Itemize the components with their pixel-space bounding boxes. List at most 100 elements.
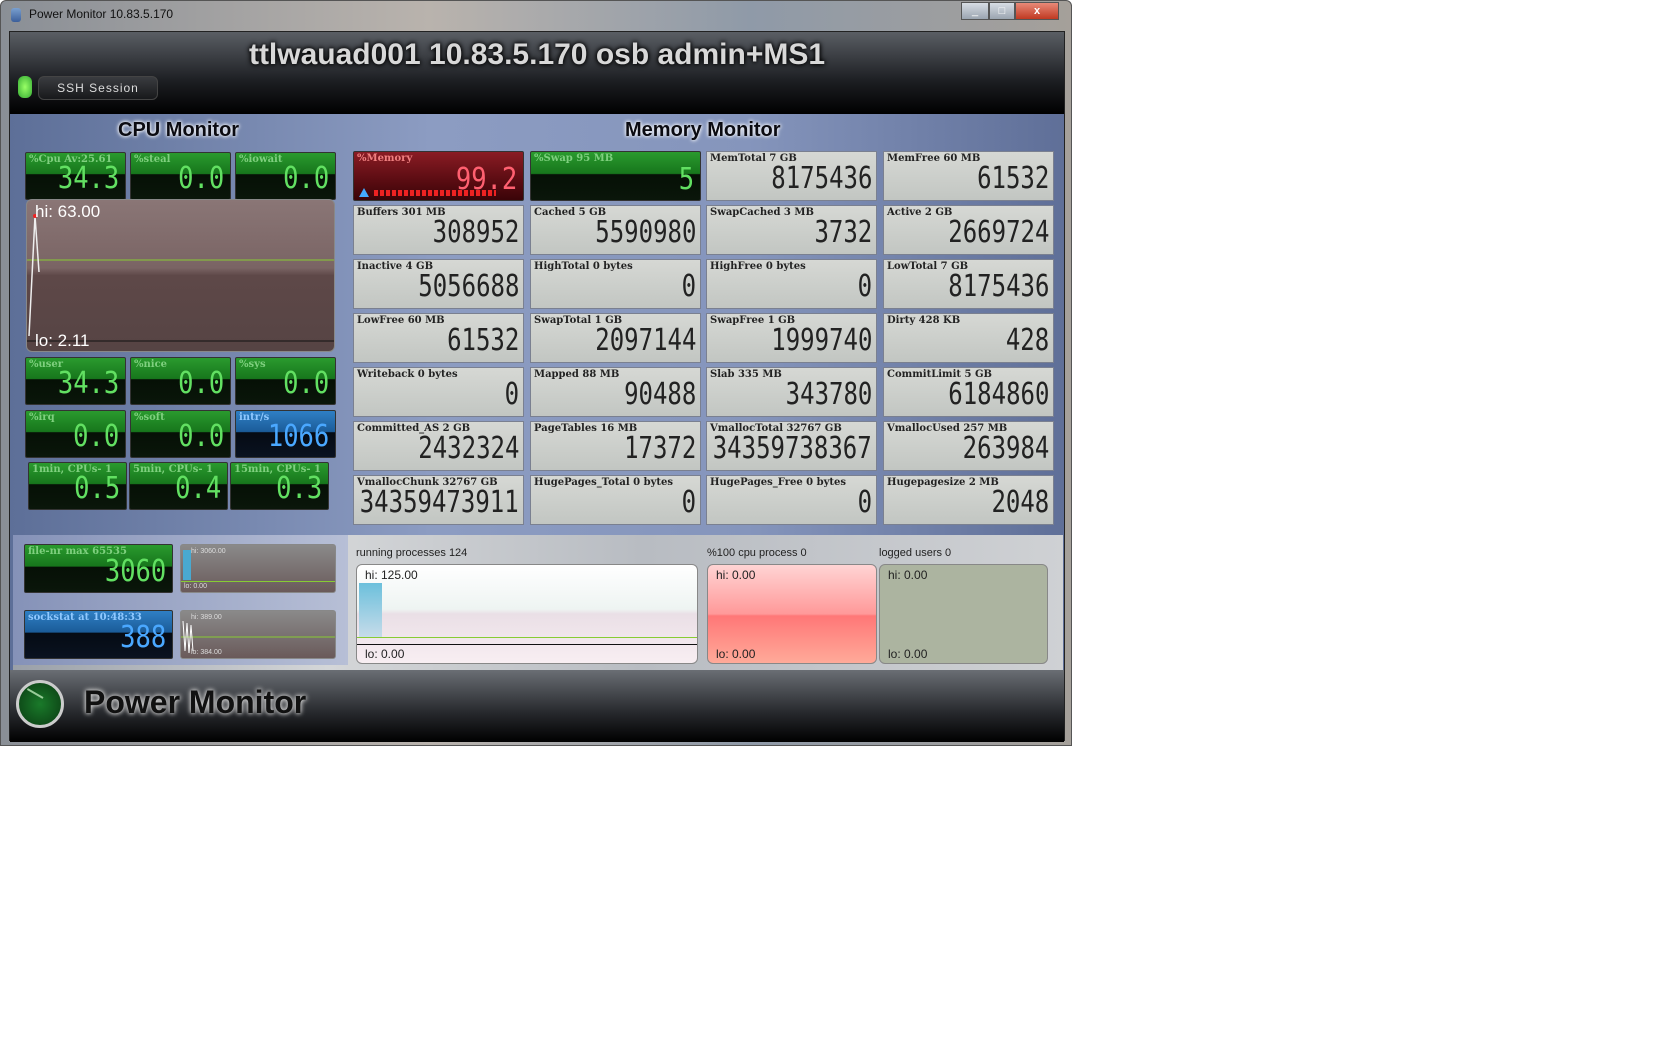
memory-tile-value: 1999740 (770, 323, 872, 358)
memory-tile-label: HighTotal 0 bytes (534, 261, 633, 272)
memory-tile-label: %Memory (357, 153, 413, 164)
memory-tile-label: SwapCached 3 MB (710, 207, 814, 218)
sockstat-value: 388 (119, 620, 166, 655)
memory-tile-value: 0 (857, 269, 872, 304)
close-button[interactable]: x (1015, 2, 1059, 20)
cpu-tile-value: 0.0 (177, 366, 224, 401)
footer: Power Monitor (10, 670, 1064, 742)
memory-tile-value: 34359473911 (360, 485, 519, 520)
cpu-tile-label: %soft (134, 412, 165, 423)
memory-tile: Active 2 GB 2669724 (883, 205, 1054, 255)
memory-tile-value: 8175436 (770, 161, 872, 196)
memory-tile-label: PageTables 16 MB (534, 423, 638, 434)
memory-monitor-title: Memory Monitor (625, 119, 781, 141)
cpu-tile: 5min, CPUs- 1 0.4 (129, 462, 228, 510)
memory-tile: HighFree 0 bytes 0 (706, 259, 877, 309)
cpu-graph-lo: lo: 2.11 (35, 331, 90, 350)
memory-tile: PageTables 16 MB 17372 (530, 421, 701, 471)
logged-users-graph: hi: 0.00 lo: 0.00 (879, 564, 1048, 664)
cpu-history-graph: hi: 63.00 lo: 2.11 (26, 199, 335, 352)
memory-tile: Dirty 428 KB 428 (883, 313, 1054, 363)
processes-graph-lo: lo: 0.00 (365, 647, 405, 661)
processes-graph-hi: hi: 125.00 (365, 568, 418, 582)
maximize-button[interactable]: □ (989, 2, 1015, 20)
memory-tile: LowFree 60 MB 61532 (353, 313, 524, 363)
memory-tile: LowTotal 7 GB 8175436 (883, 259, 1054, 309)
window-title: Power Monitor 10.83.5.170 (29, 7, 174, 21)
header: ttlwauad001 10.83.5.170 osb admin+MS1 SS… (10, 32, 1064, 114)
cpu-tile: %irq 0.0 (25, 410, 126, 458)
cpu-tile-value: 0.0 (282, 161, 329, 196)
cpu-tile-value: 0.0 (72, 419, 119, 454)
memory-tile: CommitLimit 5 GB 6184860 (883, 367, 1054, 417)
memory-tile-label: Active 2 GB (887, 207, 953, 218)
cpu-tile-value: 0.0 (177, 161, 224, 196)
minimize-button[interactable]: _ (961, 2, 989, 20)
memory-tile-label: Dirty 428 KB (887, 315, 961, 326)
app-window: Power Monitor 10.83.5.170 _ □ x ttlwauad… (0, 0, 1072, 746)
memory-tile-value: 61532 (446, 323, 519, 358)
processes-graph-line (357, 637, 697, 638)
cpu-tile-value: 0.0 (177, 419, 224, 454)
footer-title: Power Monitor (84, 684, 307, 720)
cpu-process-label: %100 cpu process 0 (707, 547, 807, 559)
memory-tile: HighTotal 0 bytes 0 (530, 259, 701, 309)
file-nr-graph-line (181, 581, 335, 582)
cpu-tile: 15min, CPUs- 1 0.3 (230, 462, 329, 510)
sockstat-graph-hi: hi: 389.00 (191, 614, 222, 621)
memory-tile-value: 5590980 (594, 215, 696, 250)
memory-tile-label: MemFree 60 MB (887, 153, 981, 164)
cpu-process-graph-lo: lo: 0.00 (716, 647, 756, 661)
cpu-tile-value: 0.3 (275, 471, 322, 506)
cpu-tile: %iowait 0.0 (235, 152, 336, 200)
memory-tile-value: 5056688 (417, 269, 519, 304)
memory-tile-value: 0 (681, 485, 696, 520)
processes-graph-baseline (357, 644, 697, 645)
memory-tile: Mapped 88 MB 90488 (530, 367, 701, 417)
memory-tile-label: Writeback 0 bytes (357, 369, 458, 380)
memory-tile-value: 90488 (623, 377, 696, 412)
host-title: ttlwauad001 10.83.5.170 osb admin+MS1 (248, 38, 826, 71)
memory-tile-value: 428 (1005, 323, 1049, 358)
memory-tile-value: 263984 (962, 431, 1049, 466)
cpu-tile: intr/s 1066 (235, 410, 336, 458)
cpu-tile-label: %irq (29, 412, 55, 423)
ssh-session-button[interactable]: SSH Session (38, 76, 158, 100)
memory-usage-bar (374, 190, 496, 196)
memory-tile: %Memory 99.2 (353, 151, 524, 201)
memory-tile-value: 34359738367 (713, 431, 872, 466)
logged-users-label: logged users 0 (879, 547, 952, 559)
memory-tile: Buffers 301 MB 308952 (353, 205, 524, 255)
memory-tile: MemFree 60 MB 61532 (883, 151, 1054, 201)
memory-tile-label: %Swap 95 MB (534, 153, 614, 164)
cpu-tile: 1min, CPUs- 1 0.5 (28, 462, 127, 510)
status-led-icon (18, 76, 32, 98)
memory-tile: VmallocTotal 32767 GB 34359738367 (706, 421, 877, 471)
memory-tile-value: 2097144 (594, 323, 696, 358)
cpu-tile: %nice 0.0 (130, 357, 231, 405)
file-nr-graph-hi: hi: 3060.00 (191, 548, 226, 555)
cpu-tile-value: 0.4 (174, 471, 221, 506)
memory-tile: Cached 5 GB 5590980 (530, 205, 701, 255)
memory-tile: %Swap 95 MB 5 (530, 151, 701, 201)
cpu-tile-label: %nice (134, 359, 168, 370)
memory-tile-label: Slab 335 MB (710, 369, 782, 380)
memory-tile-value: 8175436 (947, 269, 1049, 304)
cpu-tile-value: 0.5 (73, 471, 120, 506)
memory-tile-label: Mapped 88 MB (534, 369, 620, 380)
cpu-tile: %user 34.3 (25, 357, 126, 405)
cpu-graph-series (28, 215, 40, 337)
cpu-tile-value: 34.3 (57, 366, 119, 401)
title-bar[interactable]: Power Monitor 10.83.5.170 _ □ x (1, 1, 1071, 29)
memory-tile-value: 61532 (976, 161, 1049, 196)
file-nr-graph: hi: 3060.00 lo: 0.00 (180, 544, 336, 593)
file-nr-graph-bar (183, 550, 191, 580)
memory-tile-value: 5 (678, 162, 694, 197)
memory-tile-value: 2432324 (417, 431, 519, 466)
memory-tile-value: 3732 (814, 215, 872, 250)
memory-tile-label: Hugepagesize 2 MB (887, 477, 999, 488)
memory-tile-label: HugePages_Free 0 bytes (710, 477, 847, 488)
processes-graph-fill (359, 583, 382, 638)
memory-tile: Hugepagesize 2 MB 2048 (883, 475, 1054, 525)
bottom-panel: file-nr max 65535 3060 hi: 3060.00 lo: 0… (13, 535, 1063, 671)
